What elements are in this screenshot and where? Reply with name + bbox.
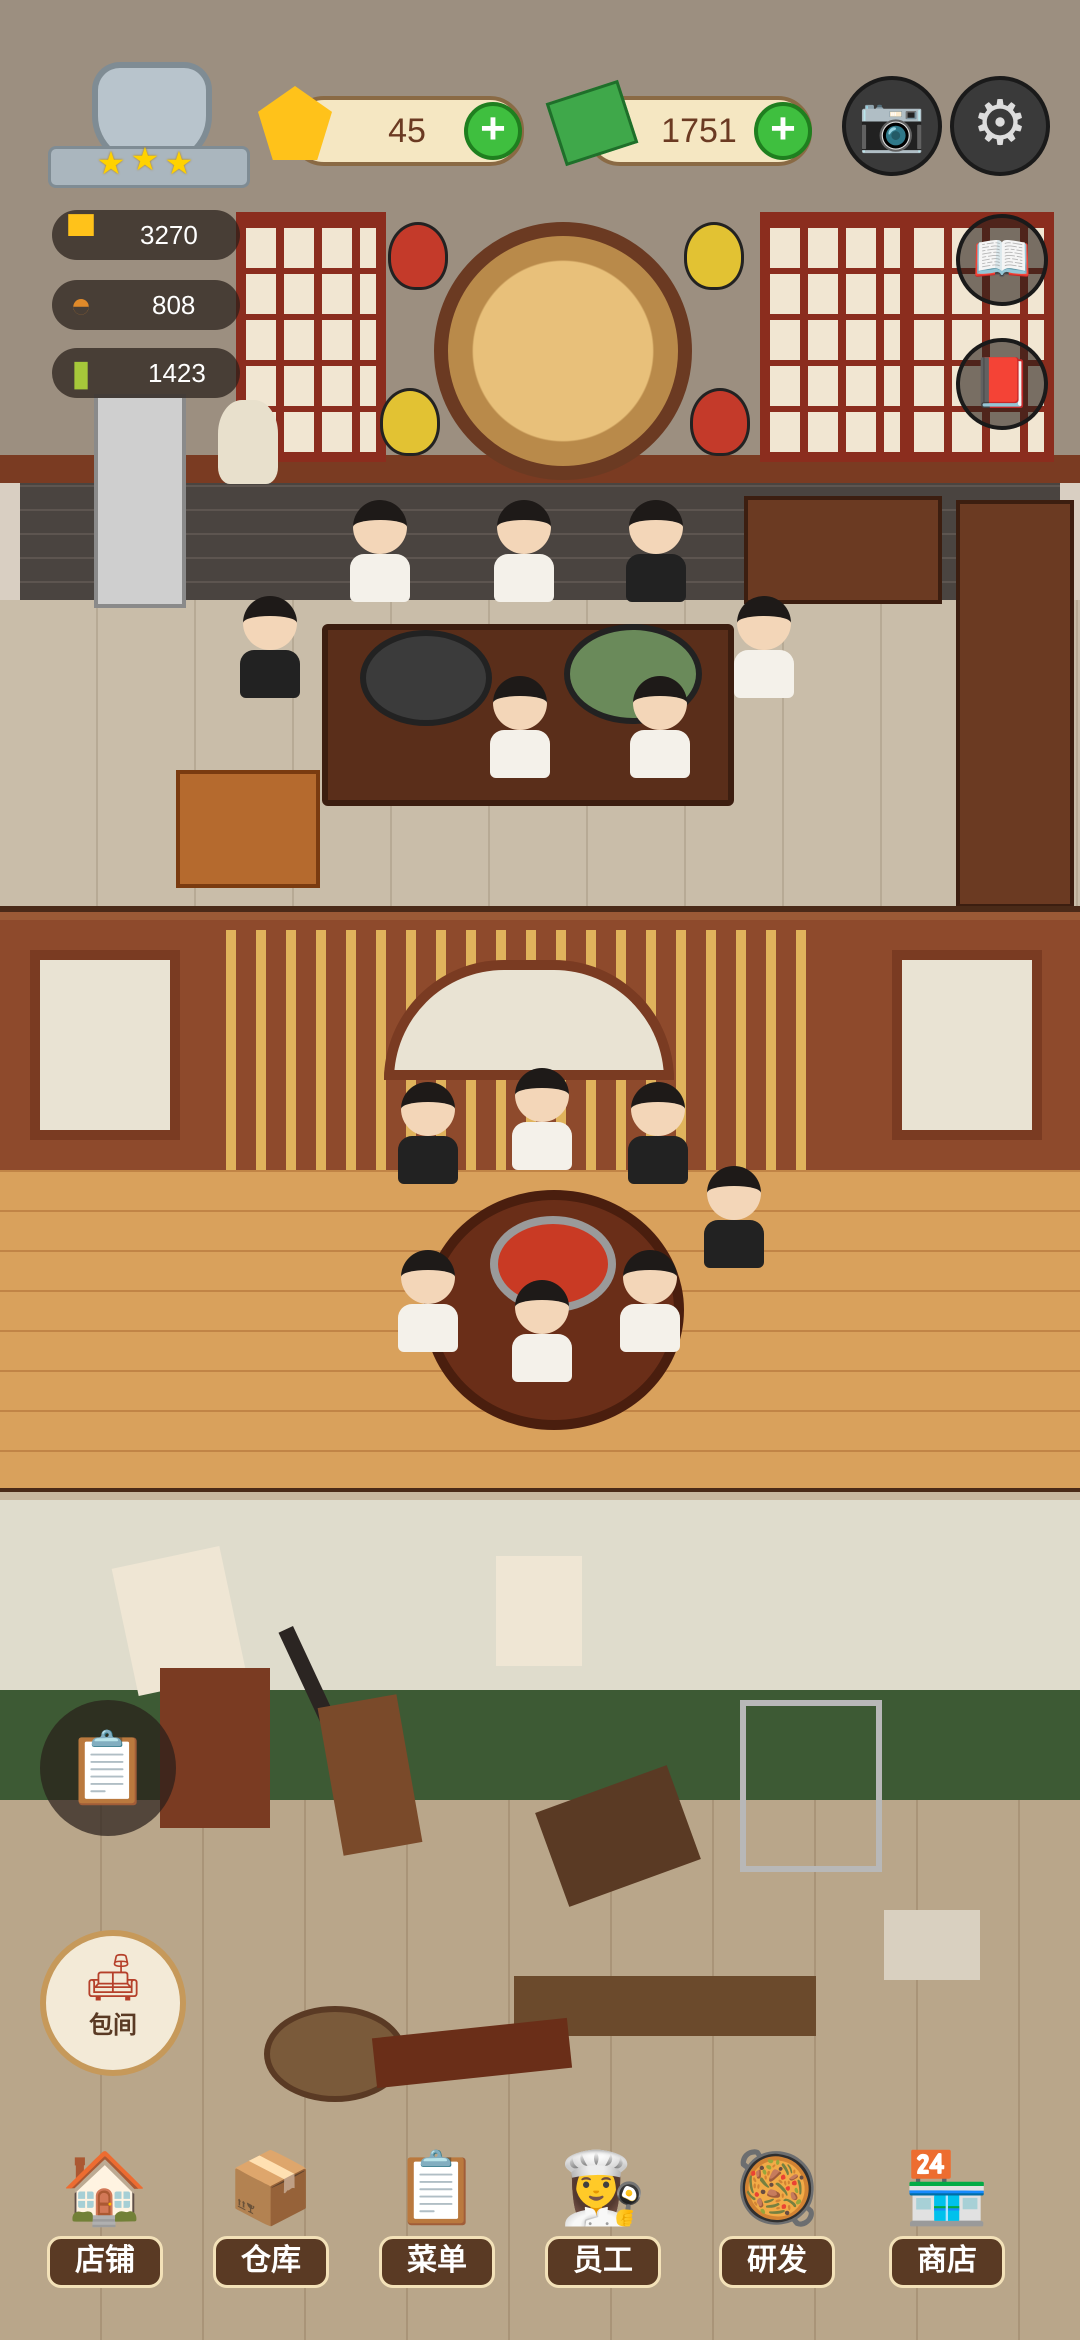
gear-icon: ⚙ [972, 89, 1028, 158]
customer[interactable] [350, 500, 410, 602]
customer[interactable] [398, 1250, 458, 1352]
recipe-book-button[interactable]: 📕 [956, 338, 1048, 430]
customer[interactable] [512, 1280, 572, 1382]
task-list-button[interactable]: 📋 [40, 1700, 176, 1836]
old-poster [496, 1556, 582, 1666]
customer[interactable] [704, 1166, 764, 1268]
metal-rack [740, 1700, 882, 1872]
stat-value: 808 [152, 290, 196, 320]
book-question-icon: 📖 [972, 233, 1032, 286]
add-gems-button[interactable]: + [464, 102, 522, 160]
nav-label: 仓库 [213, 2236, 329, 2288]
customer[interactable] [494, 500, 554, 602]
star-icon: ★ [130, 141, 160, 177]
settings-button[interactable]: ⚙ [950, 76, 1050, 176]
private-room-label: 包间 [89, 2012, 137, 2039]
broken-cabinet [160, 1668, 270, 1828]
star-icon: ★ [164, 145, 194, 181]
customer[interactable] [734, 596, 794, 698]
opera-mask-decoration [690, 388, 750, 456]
opera-mask-decoration [684, 222, 744, 290]
stat-serving: ◓ 808 [52, 280, 240, 330]
stat-value: 3270 [140, 220, 198, 250]
recipe-book-icon: ▮ [71, 352, 91, 393]
red-book-icon: 📕 [972, 357, 1032, 410]
stat-value: 1423 [148, 358, 206, 388]
nav-research[interactable]: 🥘 研发 [712, 2140, 842, 2290]
nav-shop-building[interactable]: 🏠 店铺 [40, 2140, 170, 2290]
add-cash-button[interactable]: + [754, 102, 812, 160]
camera-icon: 📷 [858, 94, 926, 154]
sideboard [744, 496, 942, 604]
customer[interactable] [628, 1082, 688, 1184]
lattice-window-right [760, 212, 910, 462]
nav-store[interactable]: 🏪 商店 [882, 2140, 1012, 2290]
camera-button[interactable]: 📷 [842, 76, 942, 176]
research-wok-icon: 🥘 [733, 2149, 821, 2227]
vase [218, 400, 278, 484]
hotpot [360, 630, 492, 726]
staff-chef-icon: 👩‍🍳 [559, 2149, 647, 2227]
opera-mask-decoration [380, 388, 440, 456]
nav-warehouse[interactable]: 📦 仓库 [206, 2140, 336, 2290]
nav-menu[interactable]: 📋 菜单 [372, 2140, 502, 2290]
customer[interactable] [398, 1082, 458, 1184]
ink-painting-left [30, 950, 180, 1140]
customer[interactable] [630, 676, 690, 778]
cardboard-box [884, 1910, 980, 1980]
warehouse-boxes-icon: 📦 [227, 2149, 315, 2227]
customer[interactable] [620, 1250, 680, 1352]
air-conditioner [94, 394, 186, 608]
ink-painting-right [892, 950, 1042, 1140]
side-table [176, 770, 320, 888]
stat-chef: ▀ 3270 [52, 210, 240, 260]
private-room-button[interactable]: 🛋 包间 [40, 1930, 186, 2076]
menu-clipboard-icon: 📋 [393, 2149, 481, 2227]
nav-label: 研发 [719, 2236, 835, 2288]
help-guide-button[interactable]: 📖 [956, 214, 1048, 306]
nav-label: 商店 [889, 2236, 1005, 2288]
customer[interactable] [626, 500, 686, 602]
star-icon: ★ [96, 145, 126, 181]
nav-label: 员工 [545, 2236, 661, 2288]
stat-recipes: ▮ 1423 [52, 348, 240, 398]
clipboard-icon: 📋 [64, 1729, 152, 1807]
round-landscape-window [434, 222, 692, 480]
shop-building-icon: 🏠 [61, 2149, 149, 2227]
customer[interactable] [490, 676, 550, 778]
nav-label: 菜单 [379, 2236, 495, 2288]
customer[interactable] [240, 596, 300, 698]
opera-mask-decoration [388, 222, 448, 290]
customer[interactable] [512, 1068, 572, 1170]
tea-shelf [956, 500, 1074, 908]
sofa-icon: 🛋 [83, 1951, 143, 2003]
chef-hat-icon: ▀ [68, 214, 94, 255]
serving-tray-icon: ◓ [70, 284, 92, 325]
nav-staff[interactable]: 👩‍🍳 员工 [538, 2140, 668, 2290]
nav-label: 店铺 [47, 2236, 163, 2288]
store-front-icon: 🏪 [903, 2149, 991, 2227]
